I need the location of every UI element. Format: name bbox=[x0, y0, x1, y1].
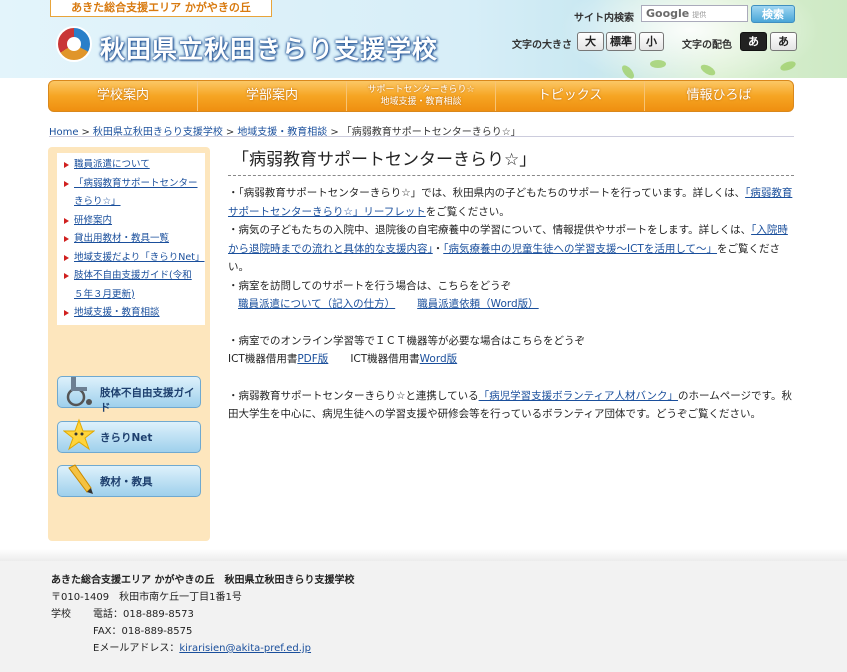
text-size-small-button[interactable]: 小 bbox=[639, 32, 664, 51]
search-button[interactable]: 検索 bbox=[751, 5, 795, 23]
paragraph-volunteer: ・病弱教育サポートセンターきらり☆と連携している「病児学習支援ボランティア人材バ… bbox=[228, 387, 794, 424]
banner-label: きらりNet bbox=[100, 432, 153, 444]
banner-materials[interactable]: 教材・教具 bbox=[57, 464, 201, 497]
paragraph-leaflet: ・「病弱教育サポートセンターきらり☆」では、秋田県内の子どもたちのサポートを行っ… bbox=[228, 184, 794, 221]
area-tagline: あきた総合支援エリア かがやきの丘 bbox=[50, 0, 272, 17]
footer-title: あきた総合支援エリア かがやきの丘 秋田県立秋田きらり支援学校 bbox=[51, 575, 355, 586]
google-brand: Google bbox=[646, 7, 690, 20]
star-icon bbox=[63, 418, 95, 451]
main-content: 「病弱教育サポートセンターきらり☆」 ・「病弱教育サポートセンターきらり☆」では… bbox=[228, 148, 794, 424]
nav-departments[interactable]: 学部案内 bbox=[198, 81, 347, 111]
sidebar-link[interactable]: 地域支援・教育相談 bbox=[74, 307, 160, 318]
leaf-decoration bbox=[650, 60, 666, 68]
color-dark-button[interactable]: あ bbox=[740, 32, 767, 51]
text-size-large-button[interactable]: 大 bbox=[577, 32, 604, 51]
sidebar-item-training: 研修案内 bbox=[61, 212, 201, 231]
footer-email-link[interactable]: kirarisien@akita-pref.ed.jp bbox=[179, 643, 311, 654]
color-scheme-label: 文字の配色 bbox=[682, 40, 732, 51]
page-title: 「病弱教育サポートセンターきらり☆」 bbox=[232, 150, 537, 170]
breadcrumb-divider bbox=[49, 136, 794, 137]
banner-label: 教材・教具 bbox=[100, 476, 153, 488]
text: ・病気の子どもたちの入院中、退院後の自宅療養中の学習について、情報提供やサポート… bbox=[228, 224, 752, 236]
sidebar-item-newsletter: 地域支援だより「きらりNet」 bbox=[61, 249, 205, 268]
pencil-icon bbox=[68, 464, 93, 494]
footer-fax: FAX：018-889-8575 bbox=[93, 626, 193, 637]
ict-links: ICT機器借用書PDF版 ICT機器借用書Word版 bbox=[228, 350, 794, 369]
footer-shadow bbox=[0, 549, 847, 561]
title-divider bbox=[228, 175, 794, 176]
ict-pdf-link[interactable]: PDF版 bbox=[297, 353, 328, 365]
sidebar-link[interactable]: 職員派遣について bbox=[74, 159, 150, 170]
sidebar-link[interactable]: 貸出用教材・教具一覧 bbox=[74, 233, 169, 244]
sidebar-item-staff-dispatch: 職員派遣について bbox=[61, 156, 201, 175]
nav-support-center[interactable]: サポートセンターきらり☆ 地域支援・教育相談 bbox=[347, 81, 496, 111]
text: をご覧ください。 bbox=[425, 205, 510, 218]
text: ・病室を訪問してのサポートを行う場合は、こちらをどうぞ bbox=[228, 279, 512, 292]
color-light-button[interactable]: あ bbox=[770, 32, 797, 51]
footer-email-label: Eメールアドレス： bbox=[93, 643, 180, 654]
dispatch-howto-link[interactable]: 職員派遣について（記入の仕方） bbox=[238, 298, 395, 310]
sidebar-link[interactable]: 地域支援だより「きらりNet」 bbox=[74, 252, 205, 263]
paragraph-ict: ・病室でのオンライン学習等でＩＣＴ機器等が必要な場合はこちらをどうぞ bbox=[228, 332, 794, 351]
sidebar-link[interactable]: 「病弱教育サポートセンターきらり☆」 bbox=[74, 178, 198, 208]
footer-email-row: Eメールアドレス：kirarisien@akita-pref.ed.jp bbox=[93, 639, 311, 654]
text-size-normal-button[interactable]: 標準 bbox=[606, 32, 636, 51]
footer-school-label: 学校 bbox=[51, 609, 71, 620]
sidebar-link[interactable]: 研修案内 bbox=[74, 215, 112, 226]
ict-label: ICT機器借用書 bbox=[228, 353, 298, 365]
sidebar-menu: 職員派遣について 「病弱教育サポートセンターきらり☆」 研修案内 貸出用教材・教… bbox=[57, 153, 205, 325]
search-label: サイト内検索 bbox=[574, 13, 634, 24]
school-logo-icon[interactable] bbox=[56, 26, 92, 62]
nav-support-center-line1: サポートセンターきらり☆ bbox=[367, 85, 475, 95]
search-input[interactable]: Google 提供 bbox=[641, 5, 748, 22]
nav-topics[interactable]: トピックス bbox=[496, 81, 645, 111]
nav-support-center-line2: 地域支援・教育相談 bbox=[380, 97, 462, 107]
sidebar-item-physical-guide: 肢体不自由支援ガイド(令和５年３月更新) bbox=[61, 267, 201, 304]
text-size-label: 文字の大きさ bbox=[512, 40, 572, 51]
ict-word-link[interactable]: Word版 bbox=[420, 353, 458, 365]
wheelchair-icon bbox=[66, 377, 92, 407]
visit-links: 職員派遣について（記入の仕方） 職員派遣依頼（Word版） bbox=[238, 295, 794, 314]
banner-label: 肢体不自由支援ガイド bbox=[100, 387, 195, 414]
nav-school-info[interactable]: 学校案内 bbox=[49, 81, 198, 111]
banner-kirari-net[interactable]: きらりNet bbox=[57, 418, 201, 453]
sidebar-item-regional-support: 地域支援・教育相談 bbox=[61, 304, 201, 323]
site-footer: あきた総合支援エリア かがやきの丘 秋田県立秋田きらり支援学校 〒010-140… bbox=[0, 561, 847, 672]
global-nav: 学校案内 学部案内 サポートセンターきらり☆ 地域支援・教育相談 トピックス 情… bbox=[48, 80, 794, 112]
banner-physical-guide[interactable]: 肢体不自由支援ガイド bbox=[57, 376, 201, 414]
nav-info-square[interactable]: 情報ひろば bbox=[645, 81, 793, 111]
text: ・ bbox=[432, 242, 444, 255]
ict-learning-link[interactable]: 「病気療養中の児童生徒への学習支援～ICTを活用して～」 bbox=[443, 243, 717, 255]
text: ・病弱教育サポートセンターきらり☆と連携している bbox=[228, 389, 479, 402]
sidebar-item-support-center: 「病弱教育サポートセンターきらり☆」 bbox=[61, 175, 201, 212]
text: ・「病弱教育サポートセンターきらり☆」では、秋田県内の子どもたちのサポートを行っ… bbox=[228, 187, 746, 199]
text: ・病室でのオンライン学習等でＩＣＴ機器等が必要な場合はこちらをどうぞ bbox=[228, 334, 585, 347]
site-header: あきた総合支援エリア かがやきの丘 秋田県立秋田きらり支援学校 サイト内検索 G… bbox=[0, 0, 847, 90]
footer-tel: 電話：018-889-8573 bbox=[93, 609, 194, 620]
ict-label: ICT機器借用書 bbox=[350, 353, 420, 365]
paragraph-inpatient: ・病気の子どもたちの入院中、退院後の自宅療養中の学習について、情報提供やサポート… bbox=[228, 221, 794, 277]
volunteer-bank-link[interactable]: 「病児学習支援ボランティア人材バンク」 bbox=[479, 390, 678, 402]
sidebar-link[interactable]: 肢体不自由支援ガイド(令和５年３月更新) bbox=[74, 270, 192, 300]
sidebar-item-rental-materials: 貸出用教材・教具一覧 bbox=[61, 230, 201, 249]
school-title[interactable]: 秋田県立秋田きらり支援学校 bbox=[100, 30, 438, 66]
google-provided: 提供 bbox=[692, 11, 707, 19]
dispatch-request-word-link[interactable]: 職員派遣依頼（Word版） bbox=[417, 298, 539, 310]
footer-address: 〒010-1409 秋田市南ケ丘一丁目1番1号 bbox=[51, 592, 242, 603]
paragraph-visit: ・病室を訪問してのサポートを行う場合は、こちらをどうぞ bbox=[228, 277, 794, 296]
